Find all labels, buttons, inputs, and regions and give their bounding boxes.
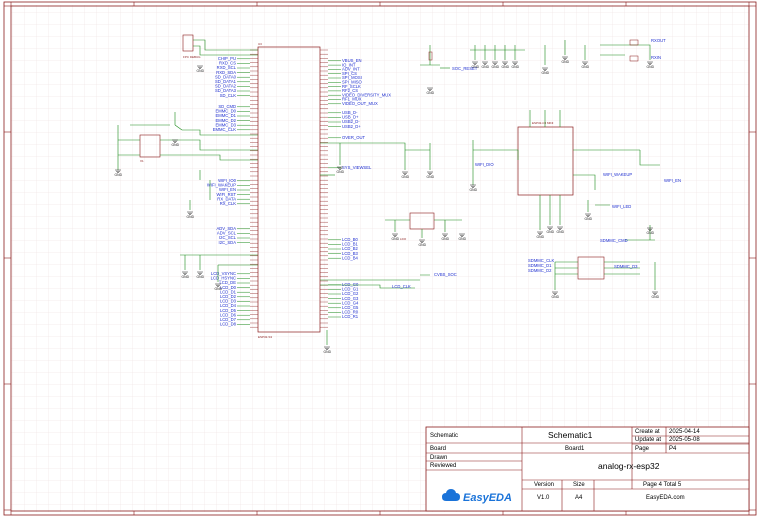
ground-label: GND — [537, 235, 545, 239]
ground-label: GND — [197, 275, 205, 279]
net-label-lcd-clk: LCD_CLK — [392, 284, 411, 289]
mcu-right-net-label: LCD_R1 — [342, 314, 359, 319]
net-label-cvbs-soc: CVBS_SOC — [434, 272, 457, 277]
label-schematic: Schematic — [430, 433, 458, 439]
net-label-wifi-wakeup: WIFI_WAKEUP — [603, 172, 632, 177]
ground-label: GND — [187, 215, 195, 219]
version-value: V1.0 — [537, 495, 550, 501]
ground-label: GND — [459, 237, 467, 241]
ground-label: GND — [197, 69, 205, 73]
ground-label: GND — [512, 65, 520, 69]
mcu-right-net-label: SYS_VIEWSEL — [342, 165, 372, 170]
mcu-left-net-label: I2C_SDA — [219, 240, 237, 245]
size-value: A4 — [575, 495, 583, 501]
mcu-left-net-label: SD_CLK — [220, 93, 236, 98]
ground-label: GND — [542, 71, 550, 75]
svg-text:X1: X1 — [140, 159, 144, 163]
title-block: Schematic Schematic1 Board Board1 Drawn … — [425, 426, 750, 512]
net-label-sdmmc-cmd: SDMMC_CMD — [600, 238, 628, 243]
ground-label: GND — [324, 350, 332, 354]
ground-label: GND — [482, 65, 490, 69]
label-update-at: Update at — [635, 437, 661, 443]
ground-label: GND — [547, 230, 555, 234]
svg-text:LDO: LDO — [400, 237, 407, 241]
ground-label: GND — [652, 295, 660, 299]
ground-label: GND — [442, 237, 450, 241]
label-board: Board — [430, 446, 446, 452]
ground-label: GND — [472, 65, 480, 69]
website: EasyEDA.com — [646, 495, 685, 501]
ground-label: GND — [172, 143, 180, 147]
ground-label: GND — [427, 175, 435, 179]
ground-label: GND — [337, 170, 345, 174]
project-name: analog-rx-esp32 — [598, 461, 660, 471]
mcu-right-net-label: VIDEO_OUT_MUX — [342, 101, 378, 106]
board-name: Board1 — [565, 446, 585, 452]
svg-text:FPC DEBUG: FPC DEBUG — [183, 55, 201, 59]
ground-label: GND — [557, 230, 565, 234]
net-label-rxout: RXOUT — [651, 38, 666, 43]
ground-label: GND — [502, 65, 510, 69]
logo-text: EasyEDA — [463, 492, 512, 504]
ground-label: GND — [647, 231, 655, 235]
label-drawn: Drawn — [430, 455, 447, 461]
ground-label: GND — [419, 243, 427, 247]
ground-label: GND — [402, 175, 410, 179]
ground-label: GND — [492, 65, 500, 69]
net-label-wifi-dio: WIFI_DIO — [475, 162, 494, 167]
mcu-right-net-label: LCD_B4 — [342, 255, 358, 260]
ground-label: GND — [470, 188, 478, 192]
ground-label: GND — [182, 275, 190, 279]
svg-text:U3: U3 — [258, 42, 262, 46]
ground-label: GND — [392, 237, 400, 241]
label-reviewed: Reviewed — [430, 463, 456, 469]
net-label-sdmmc-d3: SDMMC_D3 — [614, 264, 638, 269]
page-of-total: Page 4 Total 5 — [643, 482, 682, 488]
ground-label: GND — [215, 287, 223, 291]
label-version: Version — [534, 482, 554, 488]
label-page: Page — [635, 446, 650, 452]
ground-label: GND — [552, 295, 560, 299]
label-size: Size — [573, 482, 585, 488]
ground-label: GND — [585, 217, 593, 221]
update-date: 2025-05-08 — [669, 437, 700, 443]
mcu-left-net-label: RX_CLK — [220, 201, 236, 206]
ground-label: GND — [562, 60, 570, 64]
net-label-wifi-en: WIFI_EN — [664, 178, 681, 183]
svg-text:ESP32-C3 MINI: ESP32-C3 MINI — [532, 121, 554, 125]
ground-label: GND — [647, 65, 655, 69]
mcu-right-net-label: OVER_OUT — [342, 135, 365, 140]
ground-label: GND — [427, 91, 435, 95]
ground-label: GND — [115, 173, 123, 177]
mcu-right-net-label: USB2_D+ — [342, 124, 361, 129]
net-label-rxin: RXIN — [651, 55, 661, 60]
ground-label: GND — [582, 65, 590, 69]
create-date: 2025-04-14 — [669, 429, 700, 435]
schematic-sheet: U3 ESP32-S3 CHIP_PURXD_CSRXD_SCLRXD_SDAS… — [0, 0, 760, 517]
net-label-wifi-led: WIFI_LED — [612, 204, 631, 209]
mcu-left-net-label: LCD_D8 — [220, 322, 237, 327]
schematic-name: Schematic1 — [548, 430, 593, 440]
page-id: P4 — [669, 446, 677, 452]
svg-text:ESP32-S3: ESP32-S3 — [258, 335, 272, 339]
net-label-sdmmc-d2: SDMMC_D2 — [528, 268, 552, 273]
label-create-at: Create at — [635, 429, 660, 435]
mcu-left-net-label: EMMC_CLK — [213, 127, 236, 132]
